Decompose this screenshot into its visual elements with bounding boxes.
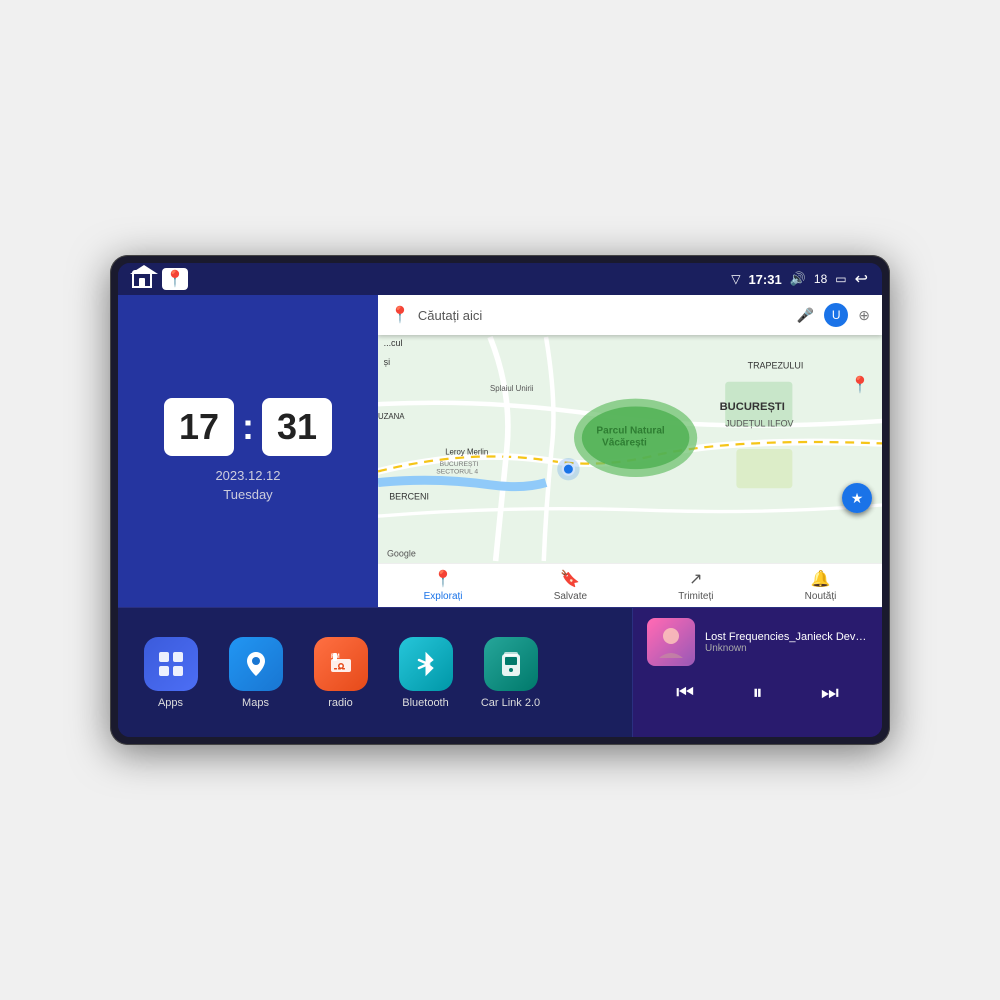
svg-text:Leroy Merlin: Leroy Merlin	[445, 448, 488, 457]
album-art	[649, 620, 693, 664]
svg-text:TRAPEZULUI: TRAPEZULUI	[748, 360, 804, 370]
maps-shortcut-icon[interactable]: 📍	[162, 268, 188, 290]
app-item-apps[interactable]: Apps	[138, 637, 203, 709]
apps-icon-bg	[144, 637, 198, 691]
svg-text:FM: FM	[331, 654, 340, 660]
music-info: Lost Frequencies_Janieck Devy-... Unknow…	[647, 618, 868, 666]
map-nav-explore[interactable]: 📍 Explorați	[424, 569, 463, 602]
apps-label: Apps	[158, 697, 183, 709]
news-icon: 🔔	[811, 569, 831, 589]
app-item-maps[interactable]: Maps	[223, 637, 288, 709]
clock-separator: :	[242, 406, 254, 448]
app-item-bluetooth[interactable]: Bluetooth	[393, 637, 458, 709]
bluetooth-icon-bg	[399, 637, 453, 691]
saved-icon: 🔖	[560, 569, 580, 589]
map-location-btn[interactable]: ★	[842, 483, 872, 513]
music-controls: ⏮ ⏸ ⏭	[647, 674, 868, 713]
svg-text:...cul: ...cul	[384, 338, 403, 348]
home-icon[interactable]	[132, 270, 152, 288]
volume-icon: 🔊	[790, 271, 806, 287]
voice-search-icon[interactable]: 🎤	[797, 307, 814, 324]
signal-icon: ▽	[731, 272, 740, 286]
news-label: Noutăți	[805, 591, 837, 602]
apps-grid-icon	[156, 649, 186, 679]
map-widget[interactable]: 📍 Căutați aici 🎤 U ⊕	[378, 295, 882, 607]
music-text: Lost Frequencies_Janieck Devy-... Unknow…	[705, 631, 868, 654]
next-button[interactable]: ⏭	[811, 678, 849, 709]
map-bottom-nav: 📍 Explorați 🔖 Salvate ↗ Trimiteți 🔔	[378, 563, 882, 607]
top-section: 17 : 31 2023.12.12 Tuesday 📍 Căutați aic…	[118, 295, 882, 607]
map-nav-saved[interactable]: 🔖 Salvate	[554, 569, 587, 602]
svg-text:Văcărești: Văcărești	[602, 438, 647, 449]
prev-button[interactable]: ⏮	[666, 678, 704, 709]
music-title: Lost Frequencies_Janieck Devy-...	[705, 631, 868, 643]
clock-hours: 17	[164, 398, 234, 456]
svg-text:Google: Google	[387, 549, 416, 559]
svg-text:Splaiul Unirii: Splaiul Unirii	[490, 384, 534, 393]
map-search-right-icons: 🎤 U ⊕	[797, 303, 870, 327]
bottom-section: Apps Maps	[118, 607, 882, 737]
map-search-bar[interactable]: 📍 Căutați aici 🎤 U ⊕	[378, 295, 882, 335]
svg-text:UZANA: UZANA	[378, 412, 405, 421]
app-item-carlink[interactable]: Car Link 2.0	[478, 637, 543, 709]
explore-icon: 📍	[433, 569, 453, 589]
map-nav-news[interactable]: 🔔 Noutăți	[805, 569, 837, 602]
battery-icon: ▭	[835, 272, 846, 286]
status-left-icons: 📍	[132, 268, 188, 290]
radio-icon-bg: FM	[314, 637, 368, 691]
map-search-text[interactable]: Căutați aici	[418, 308, 789, 323]
map-nav-send[interactable]: ↗ Trimiteți	[678, 569, 713, 602]
explore-label: Explorați	[424, 591, 463, 602]
svg-text:Parcul Natural: Parcul Natural	[596, 425, 665, 436]
carlink-icon-bg	[484, 637, 538, 691]
bluetooth-icon	[411, 649, 441, 679]
music-artist: Unknown	[705, 643, 868, 654]
status-time: 17:31	[748, 272, 781, 287]
svg-text:SECTORUL 4: SECTORUL 4	[436, 469, 478, 476]
map-svg: Parcul Natural Văcărești BUCUREȘTI JUDEȚ…	[378, 335, 882, 563]
play-pause-button[interactable]: ⏸	[742, 678, 772, 709]
battery-level: 18	[814, 272, 827, 286]
svg-text:și: și	[384, 357, 390, 367]
status-right-icons: ▽ 17:31 🔊 18 ▭ ↩	[731, 269, 868, 289]
bluetooth-label: Bluetooth	[402, 697, 448, 709]
carlink-label: Car Link 2.0	[481, 697, 540, 709]
carlink-icon	[496, 649, 526, 679]
map-area[interactable]: Parcul Natural Văcărești BUCUREȘTI JUDEȚ…	[378, 335, 882, 563]
main-content: 17 : 31 2023.12.12 Tuesday 📍 Căutați aic…	[118, 295, 882, 737]
svg-text:BUCUREȘTI: BUCUREȘTI	[720, 401, 785, 413]
device-frame: 📍 ▽ 17:31 🔊 18 ▭ ↩ 17 : 31	[110, 255, 890, 745]
clock-date: 2023.12.12 Tuesday	[215, 466, 280, 505]
radio-label: radio	[328, 697, 352, 709]
radio-wave-icon: FM	[326, 649, 356, 679]
clock-widget: 17 : 31 2023.12.12 Tuesday	[118, 295, 378, 607]
device-screen: 📍 ▽ 17:31 🔊 18 ▭ ↩ 17 : 31	[118, 263, 882, 737]
send-icon: ↗	[689, 569, 702, 589]
saved-label: Salvate	[554, 591, 587, 602]
map-search-pin-icon: 📍	[390, 305, 410, 325]
maps-pin-icon	[241, 649, 271, 679]
app-item-radio[interactable]: FM radio	[308, 637, 373, 709]
app-launcher: Apps Maps	[118, 608, 632, 737]
svg-text:BUCUREȘTI: BUCUREȘTI	[440, 461, 479, 468]
more-options-icon[interactable]: ⊕	[858, 307, 870, 324]
clock-minutes: 31	[262, 398, 332, 456]
svg-text:JUDEȚUL ILFOV: JUDEȚUL ILFOV	[725, 419, 793, 429]
maps-label: Maps	[242, 697, 269, 709]
music-player: Lost Frequencies_Janieck Devy-... Unknow…	[632, 608, 882, 737]
send-label: Trimiteți	[678, 591, 713, 602]
back-icon[interactable]: ↩	[855, 269, 868, 289]
svg-text:BERCENI: BERCENI	[389, 491, 429, 501]
clock-display: 17 : 31	[164, 398, 332, 456]
music-thumbnail	[647, 618, 695, 666]
user-avatar-icon[interactable]: U	[824, 303, 848, 327]
status-bar: 📍 ▽ 17:31 🔊 18 ▭ ↩	[118, 263, 882, 295]
map-destination-marker: 📍	[850, 375, 870, 395]
maps-icon-bg	[229, 637, 283, 691]
